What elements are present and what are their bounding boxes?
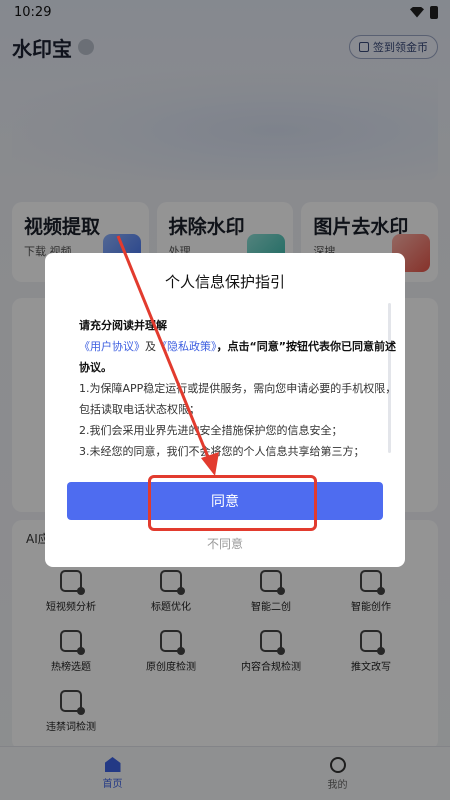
annotation-arrow-icon [116, 235, 219, 476]
